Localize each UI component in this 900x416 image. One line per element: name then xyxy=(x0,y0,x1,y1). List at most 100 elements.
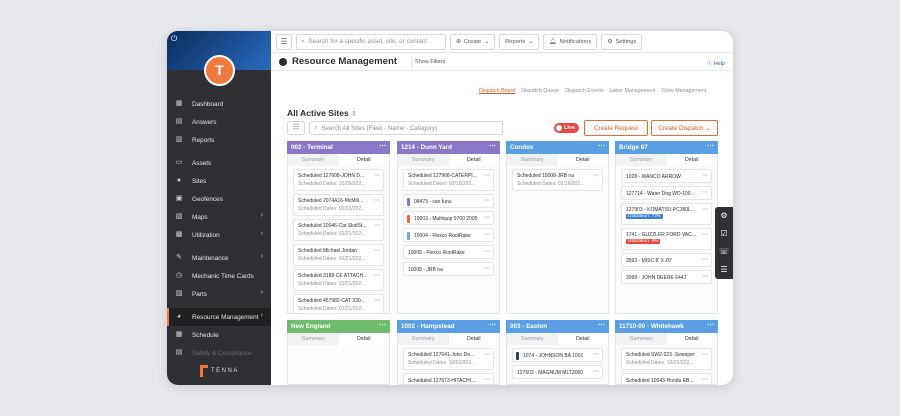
more-options-icon[interactable]: ⋯ xyxy=(598,321,605,329)
more-options-icon[interactable]: ⋯ xyxy=(484,172,490,179)
tab-detail[interactable]: Detail xyxy=(557,154,608,166)
dispatch-card[interactable]: Scheduled 10046-Cat SkidSt... Scheduled D… xyxy=(293,219,384,241)
sidebar-item-utilization[interactable]: ▩ Utilization › xyxy=(167,226,271,244)
more-options-icon[interactable]: ⋯ xyxy=(484,351,490,358)
more-options-icon[interactable]: ⋯ xyxy=(374,247,380,254)
more-options-icon[interactable]: ⋯ xyxy=(484,214,490,221)
create-button[interactable]: ⊕ Create ⌄ xyxy=(450,33,496,50)
create-request-button[interactable]: Create Request xyxy=(584,120,648,136)
tab-summary[interactable]: Summary xyxy=(398,333,449,345)
dispatch-card[interactable]: 3099 - JOHN DEERE 644J ⋯ xyxy=(621,270,712,284)
sidebar-item-maintenance[interactable]: ✎ Maintenance › xyxy=(167,249,271,267)
dispatch-card[interactable]: Scheduled 127641-John De... Scheduled Dat… xyxy=(403,348,494,370)
dispatch-card[interactable]: 1741 - GUZZLER FORD VAC... Utilization: 4… xyxy=(621,228,712,250)
site-column-header[interactable]: 1214 - Dunn Yard ⋯ xyxy=(397,141,500,154)
more-options-icon[interactable]: ⋯ xyxy=(702,206,708,213)
tab-dispatch-board[interactable]: Dispatch Board xyxy=(479,88,515,94)
tab-detail[interactable]: Detail xyxy=(448,333,499,345)
dispatch-card[interactable]: 10008 - JRB na ⋯ xyxy=(403,262,494,276)
more-options-icon[interactable]: ⋯ xyxy=(489,142,496,150)
dispatch-card[interactable]: 127603 - MAGNUM MLT3060 ⋯ xyxy=(512,365,603,379)
dispatch-card[interactable]: 10004 - Flexco RootRake ⋯ xyxy=(403,228,494,242)
dispatch-card[interactable]: 1074 - JOHNSON BA 1001 ⋯ xyxy=(512,348,603,362)
more-options-icon[interactable]: ⋯ xyxy=(484,265,490,272)
dispatch-card[interactable]: 127714 - Water Dog WD-100... ⋯ xyxy=(621,186,712,200)
more-options-icon[interactable]: ⋯ xyxy=(593,368,599,375)
dispatch-card[interactable]: Scheduled 3188-CE ATTACH... Scheduled Dat… xyxy=(293,269,384,291)
dispatch-card[interactable]: 127903 - KOMATSU PC360L... Utilization: 7… xyxy=(621,203,712,225)
more-options-icon[interactable]: ⋯ xyxy=(702,231,708,238)
dispatch-card[interactable]: Scheduled 2074A16-McMill... Scheduled Dat… xyxy=(293,194,384,216)
tab-dispatch-events[interactable]: Dispatch Events xyxy=(565,88,603,94)
create-dispatch-button[interactable]: Create Dispatch ⌄ xyxy=(651,120,718,136)
tab-dispatch-queue[interactable]: Dispatch Queue xyxy=(521,88,559,94)
tab-detail[interactable]: Detail xyxy=(448,154,499,166)
more-options-icon[interactable]: ⋯ xyxy=(489,321,496,329)
menu-icon[interactable]: ☰ xyxy=(276,33,292,50)
sidebar-item-parts[interactable]: ▨ Parts › xyxy=(167,285,271,303)
tab-summary[interactable]: Summary xyxy=(288,333,339,345)
tab-labor-management[interactable]: Labor Management xyxy=(609,88,655,94)
live-toggle[interactable]: Live xyxy=(554,123,580,133)
dispatch-card[interactable]: 2593 - MISC 8' X 20' ⋯ xyxy=(621,253,712,267)
phone-icon[interactable]: ☏ xyxy=(715,243,733,261)
more-options-icon[interactable]: ⋯ xyxy=(593,351,599,358)
tab-summary[interactable]: Summary xyxy=(616,333,667,345)
sites-heading[interactable]: All Active Sites ⇕ xyxy=(287,108,357,118)
tab-summary[interactable]: Summary xyxy=(507,333,558,345)
dispatch-card[interactable]: Scheduled 127608-JOHN D... Scheduled Date… xyxy=(293,169,384,191)
site-column-header[interactable]: Condos ⋯ xyxy=(506,141,609,154)
site-column-header[interactable]: 11710-00 - Whitehawk ⋯ xyxy=(615,320,718,333)
more-options-icon[interactable]: ⋯ xyxy=(484,231,490,238)
checklist-icon[interactable]: ☑ xyxy=(715,225,733,243)
more-options-icon[interactable]: ⋯ xyxy=(374,297,380,304)
site-column-header[interactable]: Bridge 87 ⋯ xyxy=(615,141,718,154)
settings-button[interactable]: ⚙ Settings xyxy=(601,33,643,50)
tab-detail[interactable]: Detail xyxy=(666,154,717,166)
more-options-icon[interactable]: ⋯ xyxy=(702,256,708,263)
sort-icon[interactable]: ⇕ xyxy=(351,111,357,118)
dispatch-card[interactable]: Scheduled 457982-CAT 330... Scheduled Dat… xyxy=(293,294,384,313)
tab-detail[interactable]: Detail xyxy=(338,333,389,345)
more-options-icon[interactable]: ⋯ xyxy=(702,273,708,280)
avatar[interactable]: T xyxy=(204,55,235,86)
dispatch-card[interactable]: Scheduled 127673-HITACHI ... ⋯ xyxy=(403,373,494,384)
sidebar-item-schedule[interactable]: ▦ Schedule xyxy=(167,326,271,344)
dispatch-card[interactable]: Scheduled Michael Jordan Scheduled Dates:… xyxy=(293,244,384,266)
dispatch-card[interactable]: 10003 - Multiquip 9700 2005 ⋯ xyxy=(403,211,494,225)
help-link[interactable]: ⓘ Help xyxy=(707,59,725,67)
more-options-icon[interactable]: ⋯ xyxy=(374,172,380,179)
tab-summary[interactable]: Summary xyxy=(507,154,558,166)
more-options-icon[interactable]: ⋯ xyxy=(707,321,714,329)
sidebar-item-dashboard[interactable]: ▦ Dashboard xyxy=(167,95,271,113)
more-options-icon[interactable]: ⋯ xyxy=(707,142,714,150)
tab-summary[interactable]: Summary xyxy=(616,154,667,166)
dispatch-card[interactable]: 08473 - can funu ⋯ xyxy=(403,194,494,208)
more-options-icon[interactable]: ⋯ xyxy=(593,172,599,179)
dispatch-card[interactable]: Scheduled 10043-Honda EB... ⋯ xyxy=(621,373,712,384)
sidebar-item-assets[interactable]: ▭ Assets xyxy=(167,154,271,172)
site-column-header[interactable]: 002 - Terminal ⋯ xyxy=(287,141,390,154)
site-search-input[interactable]: ⌕ Search All Sites (Fleet - Name - Categ… xyxy=(309,121,503,135)
more-options-icon[interactable]: ⋯ xyxy=(598,142,605,150)
dispatch-card[interactable]: 10005 - Flexco RootRake ⋯ xyxy=(403,245,494,259)
dispatch-card[interactable]: 1028 - WANCO ARROW ⋯ xyxy=(621,169,712,183)
tab-summary[interactable]: Summary xyxy=(398,154,449,166)
dispatch-card[interactable]: Scheduled SW2-223 -Sweeper Scheduled Date… xyxy=(621,348,712,370)
sidebar-item-safety-compliance[interactable]: ▤ Safety & Compliance xyxy=(167,344,271,362)
more-options-icon[interactable]: ⋯ xyxy=(374,222,380,229)
more-options-icon[interactable]: ⋯ xyxy=(374,272,380,279)
dispatch-card[interactable]: Scheduled 127908-CATERPI... Scheduled Dat… xyxy=(403,169,494,191)
more-options-icon[interactable]: ⋯ xyxy=(702,351,708,358)
more-options-icon[interactable]: ⋯ xyxy=(484,376,490,383)
tab-crew-management[interactable]: Crew Management xyxy=(661,88,706,94)
sidebar-item-sites[interactable]: ● Sites xyxy=(167,172,271,190)
notifications-button[interactable]: 🔔︎ Notifications xyxy=(543,33,598,50)
more-options-icon[interactable]: ⋯ xyxy=(379,142,386,150)
more-options-icon[interactable]: ⋯ xyxy=(379,321,386,329)
site-column-header[interactable]: 003 - Easton ⋯ xyxy=(506,320,609,333)
tab-detail[interactable]: Detail xyxy=(666,333,717,345)
filter-settings-button[interactable]: ☷ xyxy=(287,121,305,135)
more-options-icon[interactable]: ⋯ xyxy=(702,189,708,196)
dispatch-card[interactable]: Scheduled 10008-JRB na Scheduled Dates: 0… xyxy=(512,169,603,191)
